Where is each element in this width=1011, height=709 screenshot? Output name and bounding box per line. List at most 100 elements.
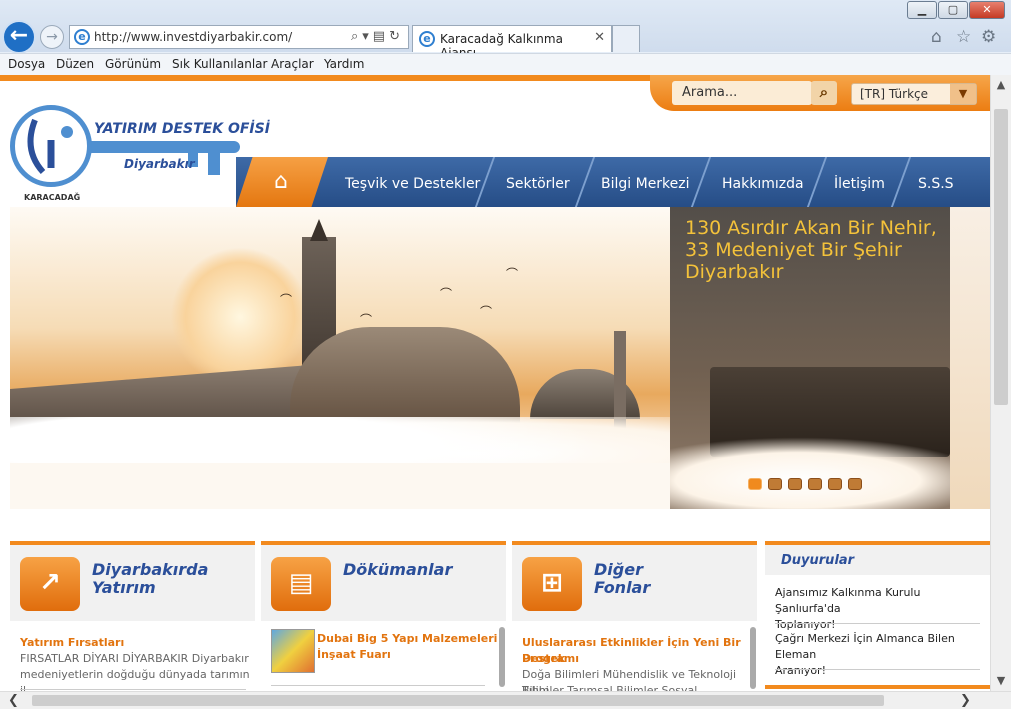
trend-up-icon[interactable]: ↗	[20, 557, 80, 611]
forward-button[interactable]: →	[40, 25, 64, 49]
scroll-down-icon[interactable]: ▼	[991, 671, 1011, 691]
minaret-image	[614, 331, 626, 431]
close-window-button[interactable]: ✕	[969, 1, 1005, 19]
menu-item-yardim[interactable]: Yardım	[324, 57, 364, 71]
maximize-button[interactable]: ▢	[938, 1, 968, 19]
slider-dot[interactable]	[748, 478, 762, 490]
item-title[interactable]: Programı	[522, 651, 579, 667]
nav-sektorler[interactable]: Sektörler	[506, 157, 570, 207]
slider-dot[interactable]	[788, 478, 802, 490]
nav-tesvik[interactable]: Teşvik ve Destekler	[345, 157, 480, 207]
box-title-line: Dökümanlar	[343, 560, 453, 579]
scroll-up-icon[interactable]: ▲	[991, 75, 1011, 95]
logo-figure-icon	[27, 118, 73, 175]
favorites-star-icon[interactable]: ☆	[956, 27, 971, 47]
slider-dot[interactable]	[848, 478, 862, 490]
horizontal-scrollbar[interactable]: ❮ ❯	[0, 691, 1011, 709]
logo-title: YATIRIM DESTEK OFİSİ	[94, 121, 270, 137]
browser-tab[interactable]: e Karacadağ Kalkınma Ajansı... ✕	[412, 25, 612, 60]
calculator-icon[interactable]: ⊞	[522, 557, 582, 611]
nav-iletisim[interactable]: İletişim	[834, 157, 885, 207]
box-title[interactable]: Diğer Fonlar	[594, 561, 650, 597]
search-placeholder: Arama...	[682, 85, 738, 100]
browser-chrome: ← → e http://www.investdiyarbakir.com/ ⌕…	[0, 0, 1011, 75]
scroll-right-icon[interactable]: ❯	[960, 693, 971, 708]
caption-line-3: Diyarbakır	[685, 261, 784, 283]
address-bar[interactable]: e http://www.investdiyarbakir.com/ ⌕▾▤↻	[69, 25, 409, 49]
menu-item-gorunum[interactable]: Görünüm	[105, 57, 161, 71]
slider-dot[interactable]	[808, 478, 822, 490]
vertical-scrollbar[interactable]: ▲ ▼	[990, 75, 1011, 691]
nav-separator	[690, 157, 712, 207]
site-search-input[interactable]: Arama...	[672, 81, 812, 105]
arrow-left-icon: ←	[9, 23, 29, 48]
nav-hakkimizda[interactable]: Hakkımızda	[722, 157, 804, 207]
item-title[interactable]: Yatırım Fırsatları	[20, 635, 124, 651]
ie-favicon-icon: e	[74, 29, 90, 45]
divider	[775, 669, 980, 670]
gear-icon[interactable]: ⚙	[981, 27, 996, 47]
minimize-button[interactable]: ▁	[907, 1, 937, 19]
document-icon[interactable]: ▤	[271, 557, 331, 611]
box-title[interactable]: Diyarbakırda Yatırım	[92, 561, 208, 597]
home-icon: ⌂	[274, 169, 288, 194]
language-select[interactable]: [TR] Türkçe ▼	[851, 83, 977, 105]
site-logo[interactable]: YATIRIM DESTEK OFİSİ Diyarbakır KARACADA…	[10, 105, 270, 205]
scroll-left-icon[interactable]: ❮	[8, 693, 19, 708]
item-text: medeniyetlerin doğduğu dünyada tarımın i…	[20, 668, 250, 691]
divider	[20, 689, 246, 690]
close-tab-icon[interactable]: ✕	[594, 30, 605, 45]
refresh-icon[interactable]: ↻	[389, 29, 404, 44]
home-icon[interactable]: ⌂	[931, 27, 942, 47]
compat-icon[interactable]: ▤	[373, 29, 389, 44]
nav-separator	[890, 157, 912, 207]
announcement-item[interactable]: Çağrı Merkezi İçin Almanca Bilen Eleman …	[775, 631, 985, 679]
box-bottom-border	[765, 685, 990, 689]
url-text[interactable]: http://www.investdiyarbakir.com/	[94, 30, 292, 44]
menu-bar: Dosya Düzen Görünüm Sık Kullanılanlar Ar…	[0, 53, 1011, 75]
dropdown-icon[interactable]: ▾	[362, 29, 373, 44]
site-search-button[interactable]: ⌕	[811, 81, 837, 105]
magnifier-icon: ⌕	[819, 83, 829, 101]
address-tools[interactable]: ⌕▾▤↻	[351, 29, 404, 44]
clouds-base	[10, 463, 670, 509]
document-thumbnail[interactable]	[271, 629, 315, 673]
nav-bilgi-merkezi[interactable]: Bilgi Merkezi	[601, 157, 690, 207]
item-title[interactable]: Dubai Big 5 Yapı Malzemeleri	[317, 631, 497, 647]
box-body: Yatırım Fırsatları FIRSATLAR DİYARI DİYA…	[10, 621, 255, 691]
menu-item-duzen[interactable]: Düzen	[56, 57, 94, 71]
item-text: FIRSATLAR DİYARI DİYARBAKIR Diyarbakır	[20, 652, 249, 665]
back-button[interactable]: ←	[2, 20, 36, 54]
tower-roof	[310, 219, 328, 241]
language-value: [TR] Türkçe	[860, 87, 928, 101]
scroll-thumb[interactable]	[994, 109, 1008, 405]
search-icon[interactable]: ⌕	[351, 29, 362, 44]
scroll-thumb[interactable]	[32, 695, 884, 706]
caption-line-1: 130 Asırdır Akan Bir Nehir,	[685, 217, 937, 239]
slider-dot[interactable]	[768, 478, 782, 490]
box-title-line: Fonlar	[594, 578, 651, 597]
slider-edge	[950, 207, 990, 509]
announcements-header: Duyurular	[765, 545, 990, 575]
menu-item-araclar[interactable]: Araçlar	[271, 57, 314, 71]
menu-item-favorites[interactable]: Sık Kullanılanlar	[172, 57, 267, 71]
box-scrollbar[interactable]	[499, 627, 505, 687]
announcements-box: Duyurular Ajansımız Kalkınma Kurulu Şanl…	[765, 541, 990, 691]
slider-dot[interactable]	[828, 478, 842, 490]
bird-icon: ⌒	[480, 305, 493, 319]
nav-sss[interactable]: S.S.S	[918, 157, 954, 207]
new-tab-button[interactable]	[612, 25, 640, 52]
divider	[271, 685, 485, 686]
box-title[interactable]: Dökümanlar	[343, 561, 452, 579]
box-scrollbar[interactable]	[750, 627, 756, 689]
announcement-line: Aranıyor!	[775, 664, 826, 677]
announcement-item[interactable]: Ajansımız Kalkınma Kurulu Şanlıurfa'da T…	[775, 585, 985, 633]
caption-clouds	[670, 437, 990, 509]
menu-item-dosya[interactable]: Dosya	[8, 57, 45, 71]
logo-circle	[10, 105, 92, 187]
box-body: Dubai Big 5 Yapı Malzemeleri İnşaat Fuar…	[261, 621, 506, 691]
logo-org: KARACADAĞ	[24, 193, 81, 202]
item-title[interactable]: İnşaat Fuarı	[317, 647, 391, 663]
hero-slider[interactable]: ⌒ ⌒ ⌒ ⌒ ⌒ 130 Asırdır Akan Bir Nehir, 33…	[10, 207, 990, 509]
box-yatirim: ↗ Diyarbakırda Yatırım Yatırım Fırsatlar…	[10, 541, 255, 691]
